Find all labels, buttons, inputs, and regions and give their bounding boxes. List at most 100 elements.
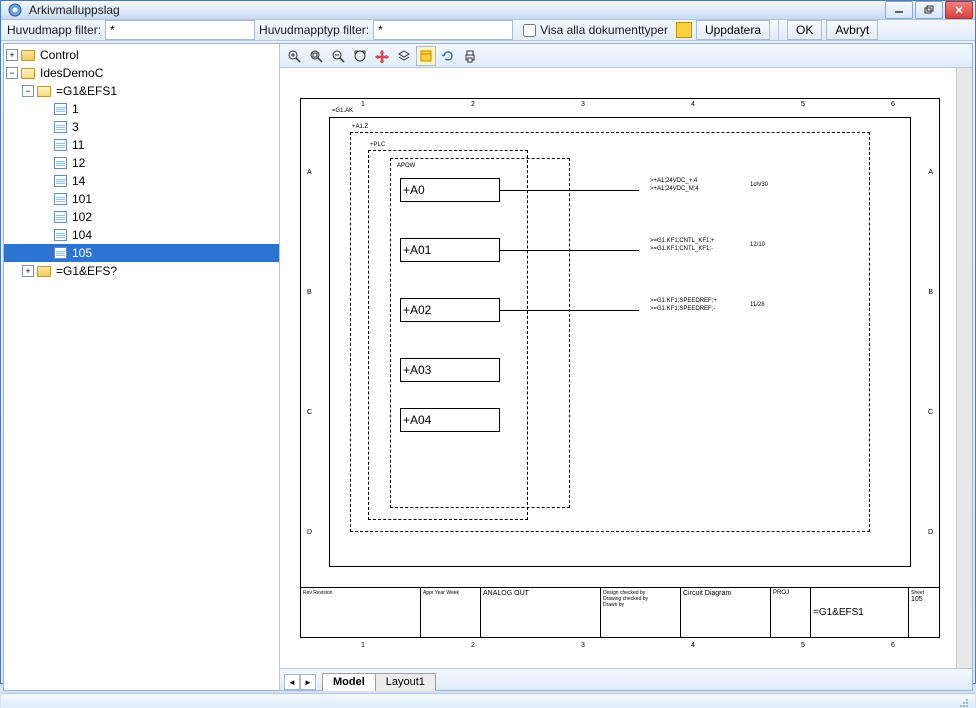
tree-label: 105 — [72, 246, 92, 260]
filter1-label: Huvudmapp filter: — [7, 23, 101, 37]
plc: +PLC — [370, 142, 385, 148]
tree-leaf[interactable]: 3 — [4, 118, 279, 136]
axis-col: 4 — [691, 101, 695, 108]
update-button[interactable]: Uppdatera — [696, 20, 770, 40]
tree-label: 1 — [72, 102, 79, 116]
tree-leaf[interactable]: 101 — [4, 190, 279, 208]
page-icon — [52, 210, 68, 224]
zoom-in-icon[interactable] — [284, 46, 304, 66]
cancel-button[interactable]: Avbryt — [826, 20, 878, 40]
page-icon — [52, 120, 68, 134]
tree-label: 102 — [72, 210, 92, 224]
resize-grip-icon[interactable] — [955, 694, 969, 708]
tab-layout1[interactable]: Layout1 — [375, 673, 436, 691]
zoom-out-icon[interactable] — [328, 46, 348, 66]
expand-icon[interactable]: + — [22, 265, 34, 277]
folder-icon — [36, 264, 52, 278]
tab-model[interactable]: Model — [322, 673, 376, 691]
axis-col: 1 — [361, 642, 365, 649]
collapse-icon[interactable]: − — [22, 85, 34, 97]
module-a04: +A04 — [400, 408, 500, 432]
ref: 1ch/30 — [750, 182, 768, 188]
minimize-button[interactable] — [885, 1, 913, 19]
signal: >=G1.KF1;CNTL_KF1;+ — [650, 238, 715, 244]
module-a01: +A01 — [400, 238, 500, 262]
axis-row: D — [928, 529, 933, 536]
tree-label: Control — [40, 48, 79, 62]
filter2-input[interactable] — [373, 20, 513, 40]
tree-label: 104 — [72, 228, 92, 242]
zoom-extents-icon[interactable] — [350, 46, 370, 66]
tree-label: =G1&EFS1 — [56, 84, 117, 98]
viewer-toolbar — [280, 44, 972, 68]
tab-prev-button[interactable]: ◄ — [284, 674, 300, 690]
statusbar — [1, 693, 975, 708]
page-icon — [52, 174, 68, 188]
view-mode-icon[interactable] — [416, 46, 436, 66]
tree-leaf[interactable]: 12 — [4, 154, 279, 172]
tree-node-idesdemo[interactable]: − IdesDemoC — [4, 64, 279, 82]
tree-node-control[interactable]: + Control — [4, 46, 279, 64]
axis-row: C — [307, 409, 312, 416]
axis-row: D — [307, 529, 312, 536]
drawing-canvas[interactable]: 1 2 3 4 5 6 A B C D A B C D =G1.AK — [280, 68, 972, 668]
page-icon — [52, 228, 68, 242]
ok-button[interactable]: OK — [787, 20, 822, 40]
show-all-checkbox[interactable] — [523, 24, 536, 37]
signal: >=G1.KF1;CNTL_KF1;- — [650, 246, 713, 252]
viewer-panel: 1 2 3 4 5 6 A B C D A B C D =G1.AK — [280, 44, 972, 690]
pan-icon[interactable] — [372, 46, 392, 66]
tree-label: 11 — [72, 138, 84, 152]
ref: 12/10 — [750, 242, 765, 248]
titlebar: Arkivmalluppslag — [1, 1, 975, 20]
print-icon[interactable] — [460, 46, 480, 66]
tree-label: =G1&EFS? — [56, 264, 117, 278]
axis-col: 5 — [801, 642, 805, 649]
folder-open-icon — [36, 84, 52, 98]
zoom-window-icon[interactable] — [306, 46, 326, 66]
tree-label: 3 — [72, 120, 79, 134]
plc-box: APOW — [390, 158, 570, 508]
tree-leaf[interactable]: 11 — [4, 136, 279, 154]
restore-button[interactable] — [915, 1, 943, 19]
axis-col: 3 — [581, 642, 585, 649]
a1z: +A1.Z — [352, 124, 368, 130]
filter-toolbar: Huvudmapp filter: Huvudmapptyp filter: V… — [1, 20, 975, 41]
axis-row: B — [307, 289, 312, 296]
page-icon — [52, 246, 68, 260]
toplabel: =G1.AK — [332, 108, 353, 114]
tree-leaf[interactable]: 105 — [4, 244, 279, 262]
tree-label: 14 — [72, 174, 85, 188]
close-button[interactable] — [945, 1, 973, 19]
axis-col: 2 — [471, 101, 475, 108]
collapse-icon[interactable]: − — [6, 67, 18, 79]
tree-leaf[interactable]: 14 — [4, 172, 279, 190]
page-icon — [52, 102, 68, 116]
tab-next-button[interactable]: ► — [300, 674, 316, 690]
vertical-scrollbar[interactable] — [956, 68, 972, 668]
window-title: Arkivmalluppslag — [29, 3, 885, 17]
axis-row: A — [307, 169, 312, 176]
expand-icon[interactable]: + — [6, 49, 18, 61]
page-icon — [52, 192, 68, 206]
tree-leaf[interactable]: 1 — [4, 100, 279, 118]
warning-icon — [676, 22, 692, 38]
filter2-label: Huvudmapptyp filter: — [259, 23, 369, 37]
tree-leaf[interactable]: 104 — [4, 226, 279, 244]
layers-icon[interactable] — [394, 46, 414, 66]
apow: APOW — [397, 163, 415, 169]
tree-panel[interactable]: + Control − IdesDemoC — [4, 44, 280, 690]
tree-node-g1efs2[interactable]: + =G1&EFS? — [4, 262, 279, 280]
axis-col: 2 — [471, 642, 475, 649]
folder-icon — [20, 48, 36, 62]
tree-leaf[interactable]: 102 — [4, 208, 279, 226]
filter1-input[interactable] — [105, 20, 255, 40]
main-window: Arkivmalluppslag Huvudmapp filter: Huvud… — [0, 0, 976, 684]
axis-col: 4 — [691, 642, 695, 649]
axis-col: 3 — [581, 101, 585, 108]
module-a03: +A03 — [400, 358, 500, 382]
show-all-label: Visa alla dokumenttyper — [540, 23, 668, 37]
tree-label: 101 — [72, 192, 92, 206]
tree-node-g1efs1[interactable]: − =G1&EFS1 — [4, 82, 279, 100]
refresh-icon[interactable] — [438, 46, 458, 66]
